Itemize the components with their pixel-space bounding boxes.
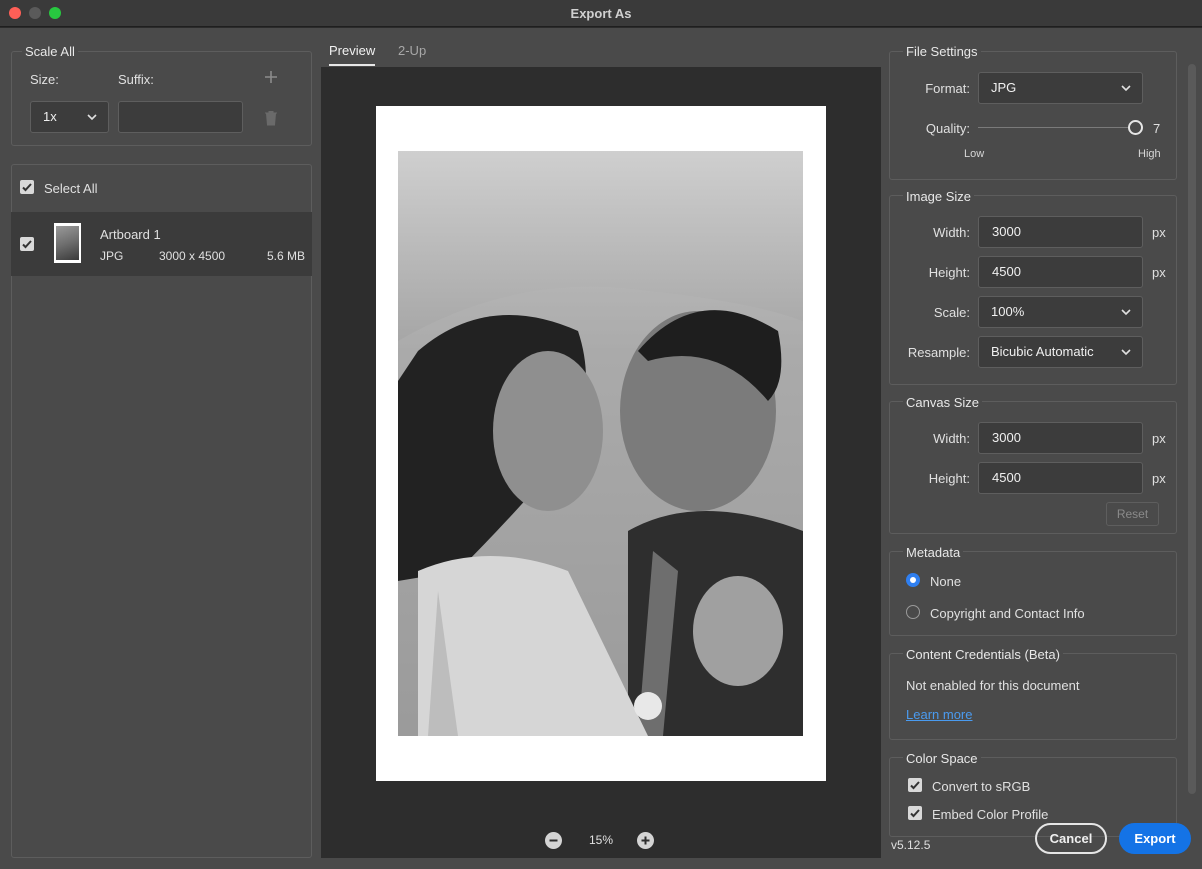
image-size-title: Image Size bbox=[903, 189, 975, 204]
convert-srgb-checkbox[interactable] bbox=[908, 778, 922, 792]
learn-more-link[interactable]: Learn more bbox=[906, 707, 972, 722]
image-width-unit: px bbox=[1152, 225, 1166, 240]
content-credentials-group bbox=[889, 653, 1177, 740]
dialog-body: Scale All Size: Suffix: 1x Select All Ar… bbox=[0, 28, 1202, 869]
canvas-height-unit: px bbox=[1152, 471, 1166, 486]
scale-size-value: 1x bbox=[43, 109, 57, 124]
preview-photo bbox=[398, 151, 803, 736]
quality-high-label: High bbox=[1138, 148, 1161, 160]
asset-row-artboard-1[interactable]: Artboard 1 JPG 3000 x 4500 5.6 MB bbox=[11, 212, 312, 276]
canvas-width-label: Width: bbox=[933, 431, 970, 446]
canvas-height-label: Height: bbox=[928, 471, 970, 486]
quality-label: Quality: bbox=[925, 121, 970, 136]
artboard-preview bbox=[376, 106, 826, 781]
metadata-copyright-label: Copyright and Contact Info bbox=[930, 606, 1085, 621]
canvas-width-input[interactable]: 3000 bbox=[978, 422, 1143, 454]
image-width-input[interactable]: 3000 bbox=[978, 216, 1143, 248]
quality-slider-thumb[interactable] bbox=[1128, 120, 1143, 135]
artboard-checkbox[interactable] bbox=[20, 237, 34, 251]
image-width-label: Width: bbox=[933, 225, 970, 240]
convert-srgb-label: Convert to sRGB bbox=[932, 779, 1031, 794]
scale-value: 100% bbox=[991, 304, 1025, 319]
canvas-width-unit: px bbox=[1152, 431, 1166, 446]
image-height-unit: px bbox=[1152, 265, 1166, 280]
metadata-group bbox=[889, 551, 1177, 636]
metadata-copyright-radio[interactable] bbox=[906, 605, 920, 619]
format-value: JPG bbox=[991, 80, 1017, 95]
content-credentials-title: Content Credentials (Beta) bbox=[903, 647, 1063, 662]
window-title: Export As bbox=[570, 6, 632, 21]
image-height-label: Height: bbox=[928, 265, 970, 280]
zoom-level: 15% bbox=[589, 833, 614, 847]
zoom-in-button[interactable] bbox=[637, 832, 654, 849]
export-button[interactable]: Export bbox=[1119, 823, 1191, 854]
zoom-out-button[interactable] bbox=[545, 832, 562, 849]
resample-select[interactable]: Bicubic Automatic bbox=[978, 336, 1143, 368]
artboard-format: JPG bbox=[100, 249, 124, 263]
suffix-label: Suffix: bbox=[118, 72, 154, 87]
settings-scrollbar[interactable] bbox=[1188, 64, 1196, 794]
canvas-height-input[interactable]: 4500 bbox=[978, 462, 1143, 494]
embed-profile-checkbox[interactable] bbox=[908, 806, 922, 820]
format-label: Format: bbox=[925, 81, 970, 96]
preview-canvas[interactable]: 15% bbox=[321, 67, 881, 858]
tab-preview-underline bbox=[329, 64, 375, 66]
scale-size-select[interactable]: 1x bbox=[30, 101, 109, 133]
file-settings-title: File Settings bbox=[903, 44, 981, 59]
artboard-name: Artboard 1 bbox=[100, 227, 161, 242]
file-settings-group bbox=[889, 51, 1177, 180]
metadata-none-label: None bbox=[930, 574, 962, 589]
chevron-down-icon bbox=[1121, 85, 1131, 92]
quality-value: 7 bbox=[1153, 121, 1161, 136]
scale-all-title: Scale All bbox=[22, 44, 78, 59]
select-all-label: Select All bbox=[44, 181, 98, 196]
resample-value: Bicubic Automatic bbox=[991, 344, 1094, 359]
format-select[interactable]: JPG bbox=[978, 72, 1143, 104]
metadata-none-radio[interactable] bbox=[906, 573, 920, 587]
resample-label: Resample: bbox=[907, 345, 970, 360]
canvas-size-title: Canvas Size bbox=[903, 395, 982, 410]
size-label: Size: bbox=[30, 72, 59, 87]
add-scale-icon[interactable] bbox=[264, 70, 278, 84]
artboard-dimensions: 3000 x 4500 bbox=[159, 249, 226, 263]
cancel-button[interactable]: Cancel bbox=[1035, 823, 1107, 854]
scale-label: Scale: bbox=[933, 305, 970, 320]
suffix-input[interactable] bbox=[118, 101, 243, 133]
reset-canvas-button[interactable]: Reset bbox=[1106, 502, 1159, 526]
select-all-checkbox[interactable] bbox=[20, 180, 34, 194]
color-space-title: Color Space bbox=[903, 751, 981, 766]
chevron-down-icon bbox=[87, 114, 97, 121]
artboard-filesize: 5.6 MB bbox=[267, 249, 306, 263]
trash-icon[interactable] bbox=[264, 110, 278, 126]
tab-preview[interactable]: Preview bbox=[329, 43, 375, 58]
chevron-down-icon bbox=[1121, 309, 1131, 316]
image-height-input[interactable]: 4500 bbox=[978, 256, 1143, 288]
artboard-thumbnail bbox=[54, 223, 81, 263]
content-credentials-status: Not enabled for this document bbox=[906, 678, 1080, 693]
quality-low-label: Low bbox=[964, 148, 985, 160]
tab-2-up[interactable]: 2-Up bbox=[398, 43, 426, 58]
version-label: v5.12.5 bbox=[891, 838, 931, 852]
scale-select[interactable]: 100% bbox=[978, 296, 1143, 328]
chevron-down-icon bbox=[1121, 349, 1131, 356]
quality-slider-track[interactable] bbox=[978, 127, 1130, 128]
metadata-title: Metadata bbox=[903, 545, 964, 560]
embed-profile-label: Embed Color Profile bbox=[932, 807, 1049, 822]
title-bar: Export As bbox=[0, 0, 1202, 27]
